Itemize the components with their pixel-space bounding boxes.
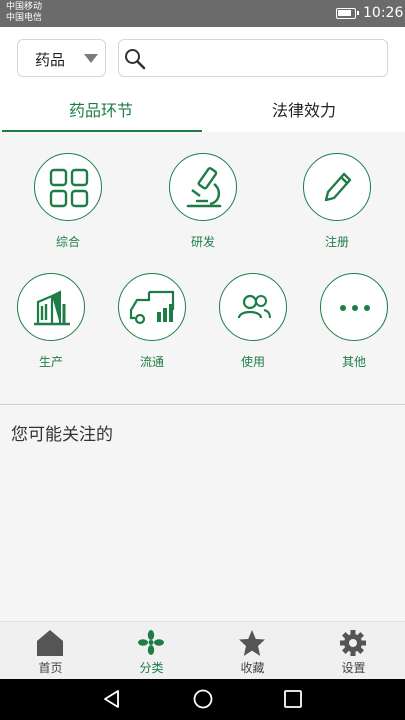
clover-icon bbox=[138, 630, 164, 655]
tab-drug-stage[interactable]: 药品环节 bbox=[0, 91, 202, 132]
nav-label: 首页 bbox=[38, 661, 63, 675]
microscope-icon bbox=[186, 167, 222, 208]
category-label: 其他 bbox=[341, 355, 366, 369]
home-circle-icon[interactable] bbox=[192, 688, 214, 710]
battery-icon bbox=[336, 8, 359, 19]
category-other[interactable]: 其他 bbox=[309, 273, 399, 370]
gear-icon bbox=[340, 630, 366, 656]
recents-icon[interactable] bbox=[282, 688, 304, 710]
category-circle bbox=[34, 153, 102, 221]
category-registration[interactable]: 注册 bbox=[292, 153, 382, 250]
system-nav-bar bbox=[0, 679, 405, 720]
category-label: 流通 bbox=[139, 355, 164, 369]
star-icon bbox=[239, 630, 265, 656]
search-bar: 药品 bbox=[0, 27, 405, 91]
category-usage[interactable]: 使用 bbox=[208, 273, 298, 370]
nav-label: 设置 bbox=[341, 661, 366, 675]
carrier-1: 中国移动 bbox=[6, 2, 43, 12]
category-circle bbox=[17, 273, 85, 341]
section-title: 您可能关注的 bbox=[11, 425, 113, 445]
category-circle bbox=[320, 273, 388, 341]
category-select-value: 药品 bbox=[35, 51, 66, 69]
category-label: 综合 bbox=[55, 235, 80, 249]
search-box[interactable] bbox=[118, 39, 388, 77]
caret-down-icon bbox=[84, 54, 98, 63]
nav-category[interactable]: 分类 bbox=[101, 622, 202, 680]
home-icon bbox=[37, 630, 63, 656]
category-circle bbox=[303, 153, 371, 221]
carrier-2: 中国电信 bbox=[6, 13, 43, 23]
tab-bar: 药品环节 法律效力 bbox=[0, 91, 405, 132]
category-research[interactable]: 研发 bbox=[158, 153, 248, 250]
nav-label: 分类 bbox=[139, 661, 164, 675]
search-icon bbox=[125, 49, 146, 70]
category-label: 研发 bbox=[190, 235, 215, 249]
truck-icon bbox=[129, 290, 175, 325]
status-time: 10:26 bbox=[363, 5, 404, 21]
category-label: 使用 bbox=[240, 355, 265, 369]
grid-icon bbox=[49, 168, 89, 208]
category-label: 生产 bbox=[38, 355, 63, 369]
nav-favorites[interactable]: 收藏 bbox=[202, 622, 303, 680]
section-divider bbox=[0, 404, 405, 405]
category-comprehensive[interactable]: 综合 bbox=[23, 153, 113, 250]
category-label: 注册 bbox=[324, 235, 349, 249]
users-icon bbox=[237, 294, 271, 319]
category-circle bbox=[219, 273, 287, 341]
more-icon bbox=[340, 305, 370, 311]
back-icon[interactable] bbox=[101, 688, 123, 710]
carrier-info: 中国移动 中国电信 bbox=[6, 2, 42, 24]
search-input[interactable] bbox=[153, 46, 379, 70]
tab-legal-effect[interactable]: 法律效力 bbox=[203, 91, 405, 132]
category-circulation[interactable]: 流通 bbox=[107, 273, 197, 370]
nav-settings[interactable]: 设置 bbox=[303, 622, 404, 680]
nav-label: 收藏 bbox=[240, 661, 265, 675]
category-production[interactable]: 生产 bbox=[6, 273, 96, 370]
category-select[interactable]: 药品 bbox=[17, 39, 106, 77]
factory-icon bbox=[34, 290, 70, 326]
pencil-icon bbox=[324, 172, 352, 202]
bottom-nav: 首页 分类 收藏 设置 bbox=[0, 621, 405, 679]
category-circle bbox=[118, 273, 186, 341]
category-circle bbox=[169, 153, 237, 221]
nav-home[interactable]: 首页 bbox=[0, 622, 101, 680]
status-bar: 中国移动 中国电信 10:26 bbox=[0, 0, 405, 27]
